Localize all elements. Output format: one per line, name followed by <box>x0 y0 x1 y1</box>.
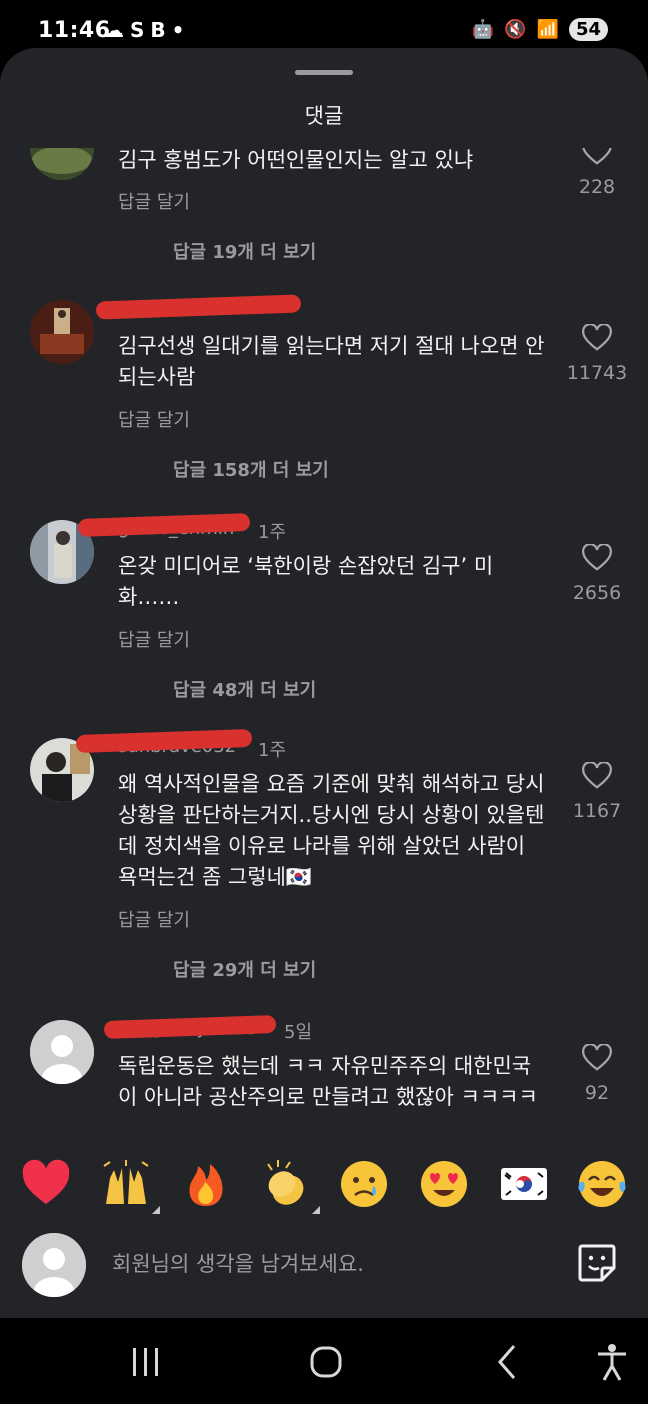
avatar-image <box>30 148 94 180</box>
clapping-hands-shape <box>267 1160 304 1205</box>
comment-text: 독립운동은 했는데 ㅋㅋ 자유민주주의 대한민국이 아니라 공산주의로 만들려고… <box>118 1054 538 1109</box>
dot-icon: • <box>171 18 185 42</box>
comment-input[interactable]: 회원님의 생각을 남겨보세요. <box>112 1248 364 1278</box>
heart-icon[interactable] <box>582 762 612 790</box>
emoji-quick-bar <box>0 1146 648 1222</box>
time-ago: 5일 <box>284 1022 313 1043</box>
default-avatar-icon <box>30 1020 94 1084</box>
avatar[interactable] <box>30 1020 94 1084</box>
reply-button[interactable]: 답글 달기 <box>118 906 190 932</box>
default-avatar-icon <box>22 1233 86 1297</box>
heart-emoji-icon[interactable] <box>20 1158 72 1210</box>
crying-face-emoji-icon[interactable] <box>338 1158 390 1210</box>
username-redaction <box>95 294 302 320</box>
like-count: 228 <box>578 176 616 198</box>
view-more-replies[interactable]: 답글 48개 더 보기 <box>173 676 316 702</box>
b-app-icon: B <box>150 18 166 42</box>
heart-icon[interactable] <box>582 544 612 572</box>
status-left-icons: ☁ S B • <box>104 18 190 42</box>
heart-icon[interactable] <box>582 324 612 352</box>
like-count: 11743 <box>566 362 628 384</box>
comment-text: 왜 역사적인물을 요즘 기준에 맞춰 해석하고 당시 상황을 판단하는거지..당… <box>118 772 545 889</box>
comment-list[interactable]: 김구 홍범도가 어떤인물인지는 알고 있냐 답글 달기 228 답글 19개 더… <box>0 148 648 1194</box>
status-right-icons: 🤖 🔇 📶 54 <box>472 18 608 41</box>
accessibility-icon[interactable] <box>590 1340 634 1384</box>
battery-indicator: 54 <box>568 18 608 41</box>
like-count: 2656 <box>572 582 622 604</box>
comments-sheet: 댓글 김구 홍범도가 어떤인물인지는 알고 있냐 답글 달기 228 답글 19… <box>0 48 648 1318</box>
raising-hands-shape <box>103 1160 149 1204</box>
s-app-icon: S <box>130 18 145 42</box>
cloud-icon: ☁ <box>104 18 124 42</box>
view-more-replies[interactable]: 답글 29개 더 보기 <box>173 956 316 982</box>
comment-input-bar: 회원님의 생각을 남겨보세요. <box>0 1218 648 1318</box>
avatar-image <box>30 300 94 364</box>
avatar[interactable] <box>30 148 94 180</box>
view-more-replies[interactable]: 답글 158개 더 보기 <box>173 456 329 482</box>
heart-icon[interactable] <box>582 1044 612 1072</box>
tears-of-joy-emoji-icon[interactable] <box>576 1158 628 1210</box>
back-icon[interactable] <box>486 1340 530 1384</box>
comment-text: 김구 홍범도가 어떤인물인지는 알고 있냐 <box>118 148 474 172</box>
sheet-title: 댓글 <box>304 104 344 128</box>
mute-icon: 🔇 <box>504 19 527 40</box>
comment-text: 김구선생 일대기를 읽는다면 저기 절대 나오면 안되는사람 <box>118 334 545 389</box>
wifi-icon: 📶 <box>536 19 559 40</box>
comment-text: 온갖 미디어로 ‘북한이랑 손잡았던 김구’ 미화…… <box>118 554 494 609</box>
heart-eyes-emoji-icon[interactable] <box>418 1158 470 1210</box>
reply-button[interactable]: 답글 달기 <box>118 626 190 652</box>
reply-button[interactable]: 답글 달기 <box>118 188 190 214</box>
my-avatar <box>22 1233 86 1297</box>
variant-indicator <box>152 1206 160 1214</box>
time-ago: 1주 <box>258 522 287 543</box>
sheet-drag-handle[interactable] <box>295 70 353 75</box>
sticker-icon[interactable] <box>576 1242 618 1284</box>
view-more-replies[interactable]: 답글 19개 더 보기 <box>173 238 316 264</box>
system-nav-bar <box>0 1318 648 1404</box>
reply-button[interactable]: 답글 달기 <box>118 406 190 432</box>
fire-emoji-icon[interactable] <box>180 1158 232 1210</box>
clapping-hands-emoji-icon[interactable] <box>260 1158 320 1214</box>
status-time: 11:46 <box>38 18 111 43</box>
time-ago: 1주 <box>258 740 287 761</box>
avatar[interactable] <box>30 300 94 364</box>
home-icon[interactable] <box>304 1340 348 1384</box>
heart-icon[interactable] <box>582 148 612 166</box>
robot-icon: 🤖 <box>471 19 495 40</box>
like-count: 1167 <box>572 800 622 822</box>
like-count: 92 <box>584 1082 610 1104</box>
variant-indicator <box>312 1206 320 1214</box>
korea-flag-emoji-icon[interactable] <box>498 1158 550 1210</box>
recent-apps-icon[interactable] <box>124 1340 168 1384</box>
raising-hands-emoji-icon[interactable] <box>100 1158 160 1214</box>
